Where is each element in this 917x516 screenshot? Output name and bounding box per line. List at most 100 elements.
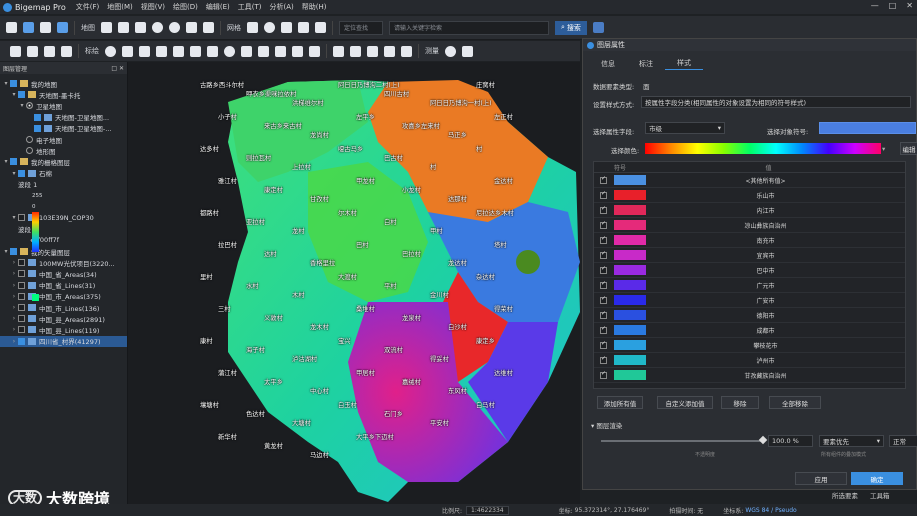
tab-style[interactable]: 样式 bbox=[665, 57, 703, 70]
expand-toggle-icon[interactable]: › bbox=[10, 282, 18, 289]
rect-icon[interactable] bbox=[156, 45, 167, 57]
select-rect-icon[interactable] bbox=[44, 45, 55, 57]
layer-visibility-checkbox[interactable] bbox=[18, 326, 25, 334]
basemap-radio[interactable] bbox=[26, 102, 33, 110]
symbol-swatch[interactable] bbox=[614, 250, 646, 260]
expand-toggle-icon[interactable]: › bbox=[10, 270, 18, 277]
table-row[interactable]: <其他所有值> bbox=[594, 173, 905, 188]
basemap-radio[interactable] bbox=[26, 147, 33, 155]
layer-tree-row[interactable]: 0 bbox=[0, 201, 127, 212]
user-icon[interactable] bbox=[445, 45, 456, 57]
apply-button[interactable]: 应用 bbox=[795, 472, 847, 485]
symbol-swatch[interactable] bbox=[614, 355, 646, 365]
opacity-input[interactable]: 100.0 % bbox=[768, 435, 813, 447]
layer-visibility-checkbox[interactable] bbox=[34, 124, 41, 132]
layer-tree-row[interactable]: 天地图-卫星地图... bbox=[0, 112, 127, 123]
row-checkbox[interactable] bbox=[600, 370, 607, 379]
globe-icon[interactable] bbox=[264, 22, 275, 33]
expand-toggle-icon[interactable]: ▾ bbox=[10, 170, 18, 177]
layer-visibility-checkbox[interactable] bbox=[18, 259, 25, 267]
symbol-swatch[interactable] bbox=[614, 190, 646, 200]
tab-label[interactable]: 标注 bbox=[627, 57, 665, 70]
symbol-swatch[interactable] bbox=[614, 340, 646, 350]
table-row[interactable]: 内江市 bbox=[594, 203, 905, 218]
ruler-icon[interactable] bbox=[462, 45, 473, 57]
remove-button[interactable]: 移除 bbox=[721, 396, 759, 409]
layer-visibility-checkbox[interactable] bbox=[18, 214, 25, 222]
color-ramp-chevron-icon[interactable]: ▾ bbox=[882, 145, 885, 153]
layer-tree-row[interactable]: 波段 1 bbox=[0, 179, 127, 190]
layer-tree-row[interactable]: › 中国_市_Areas(375) bbox=[0, 291, 127, 302]
row-checkbox[interactable] bbox=[600, 235, 607, 244]
pin-icon[interactable] bbox=[241, 45, 252, 57]
minimize-icon[interactable]: — bbox=[871, 1, 879, 10]
blend-select[interactable]: 正常 bbox=[889, 435, 917, 447]
arrow-icon[interactable] bbox=[292, 45, 303, 57]
symbol-swatch[interactable] bbox=[614, 235, 646, 245]
row-checkbox[interactable] bbox=[600, 220, 607, 229]
mark-label[interactable]: 标绘 bbox=[85, 46, 99, 56]
table-icon[interactable] bbox=[298, 22, 309, 33]
measure-label[interactable]: 测量 bbox=[425, 46, 439, 56]
layer-tree-row[interactable]: ▾ 我的矢量图层 bbox=[0, 246, 127, 257]
point-marker-icon[interactable] bbox=[105, 45, 116, 57]
paint-icon[interactable] bbox=[258, 45, 269, 57]
row-checkbox[interactable] bbox=[600, 280, 607, 289]
layer-tree-row[interactable]: ▾ 卫星地图 bbox=[0, 100, 127, 111]
menu-item[interactable]: 帮助(H) bbox=[302, 3, 327, 11]
row-checkbox[interactable] bbox=[600, 250, 607, 259]
search-input[interactable]: 请输入关键字检索 bbox=[389, 20, 549, 35]
symbol-swatch[interactable] bbox=[614, 175, 646, 185]
table-row[interactable]: 泸州市 bbox=[594, 353, 905, 368]
expand-toggle-icon[interactable]: › bbox=[10, 259, 18, 266]
layer-visibility-checkbox[interactable] bbox=[10, 158, 17, 166]
crs-value[interactable]: WGS 84 / Pseudo bbox=[745, 507, 796, 514]
opacity-slider[interactable] bbox=[601, 440, 761, 442]
expand-toggle-icon[interactable]: › bbox=[10, 315, 18, 322]
pentagon-icon[interactable] bbox=[207, 45, 218, 57]
menu-item[interactable]: 工具(T) bbox=[238, 3, 262, 11]
zoom-in-icon[interactable] bbox=[152, 22, 163, 33]
layer-tree-row[interactable]: 电子地图 bbox=[0, 134, 127, 145]
map-canvas[interactable]: 古路乡西斗尔村 呷衣乡渠咪拉依村 洪梯维尔村 阿日日乃博沟二村(上) 四川古村 阿日日乃博… bbox=[128, 62, 580, 504]
table-row[interactable]: 巴中市 bbox=[594, 263, 905, 278]
menu-item[interactable]: 文件(F) bbox=[76, 3, 100, 11]
table-row[interactable]: 甘孜藏族自治州 bbox=[594, 368, 905, 383]
layer-tree-row[interactable]: › 中国_省_Lines(31) bbox=[0, 280, 127, 291]
search-mode-select[interactable]: 定位查找 bbox=[339, 20, 383, 35]
expand-toggle-icon[interactable]: › bbox=[10, 326, 18, 333]
layer-visibility-checkbox[interactable] bbox=[10, 248, 17, 255]
table-row[interactable]: 广元市 bbox=[594, 278, 905, 293]
basemap-radio[interactable] bbox=[26, 136, 33, 143]
symbol-swatch[interactable] bbox=[614, 220, 646, 230]
opacity-slider-handle[interactable] bbox=[758, 435, 768, 445]
expand-toggle-icon[interactable]: ▾ bbox=[18, 102, 26, 109]
pointer-icon[interactable] bbox=[27, 45, 38, 57]
edit-ramp-button[interactable]: 编辑 bbox=[900, 142, 917, 155]
pan-hand-icon[interactable] bbox=[10, 45, 21, 57]
copy-icon[interactable] bbox=[367, 45, 378, 57]
layer-tree-row[interactable]: › 中国_省_Areas(34) bbox=[0, 268, 127, 279]
menu-item[interactable]: 视图(V) bbox=[141, 3, 165, 11]
grid-label[interactable]: 网格 bbox=[227, 23, 241, 33]
doc-icon[interactable] bbox=[401, 45, 412, 57]
settings-icon[interactable] bbox=[40, 22, 51, 33]
tile-icon[interactable] bbox=[281, 22, 292, 33]
layer-visibility-checkbox[interactable] bbox=[34, 113, 41, 121]
polyline-icon[interactable] bbox=[139, 45, 150, 57]
row-checkbox[interactable] bbox=[600, 265, 607, 274]
row-checkbox[interactable] bbox=[600, 325, 607, 334]
ok-button[interactable]: 确定 bbox=[851, 472, 903, 485]
layer-visibility-checkbox[interactable] bbox=[18, 292, 25, 300]
symbol-swatch[interactable] bbox=[614, 205, 646, 215]
table-row[interactable]: 乐山市 bbox=[594, 188, 905, 203]
table-row[interactable]: 南充市 bbox=[594, 233, 905, 248]
row-checkbox[interactable] bbox=[600, 310, 607, 319]
menu-item[interactable]: 绘图(D) bbox=[173, 3, 198, 11]
export-icon[interactable] bbox=[57, 22, 68, 33]
symbol-swatch[interactable] bbox=[614, 265, 646, 275]
layer-tree-row[interactable]: ▾ 103E39N_COP30 bbox=[0, 212, 127, 223]
row-checkbox[interactable] bbox=[600, 190, 607, 199]
field-select[interactable]: 市级 ▾ bbox=[645, 122, 725, 134]
table-row[interactable]: 凉山彝族自治州 bbox=[594, 218, 905, 233]
